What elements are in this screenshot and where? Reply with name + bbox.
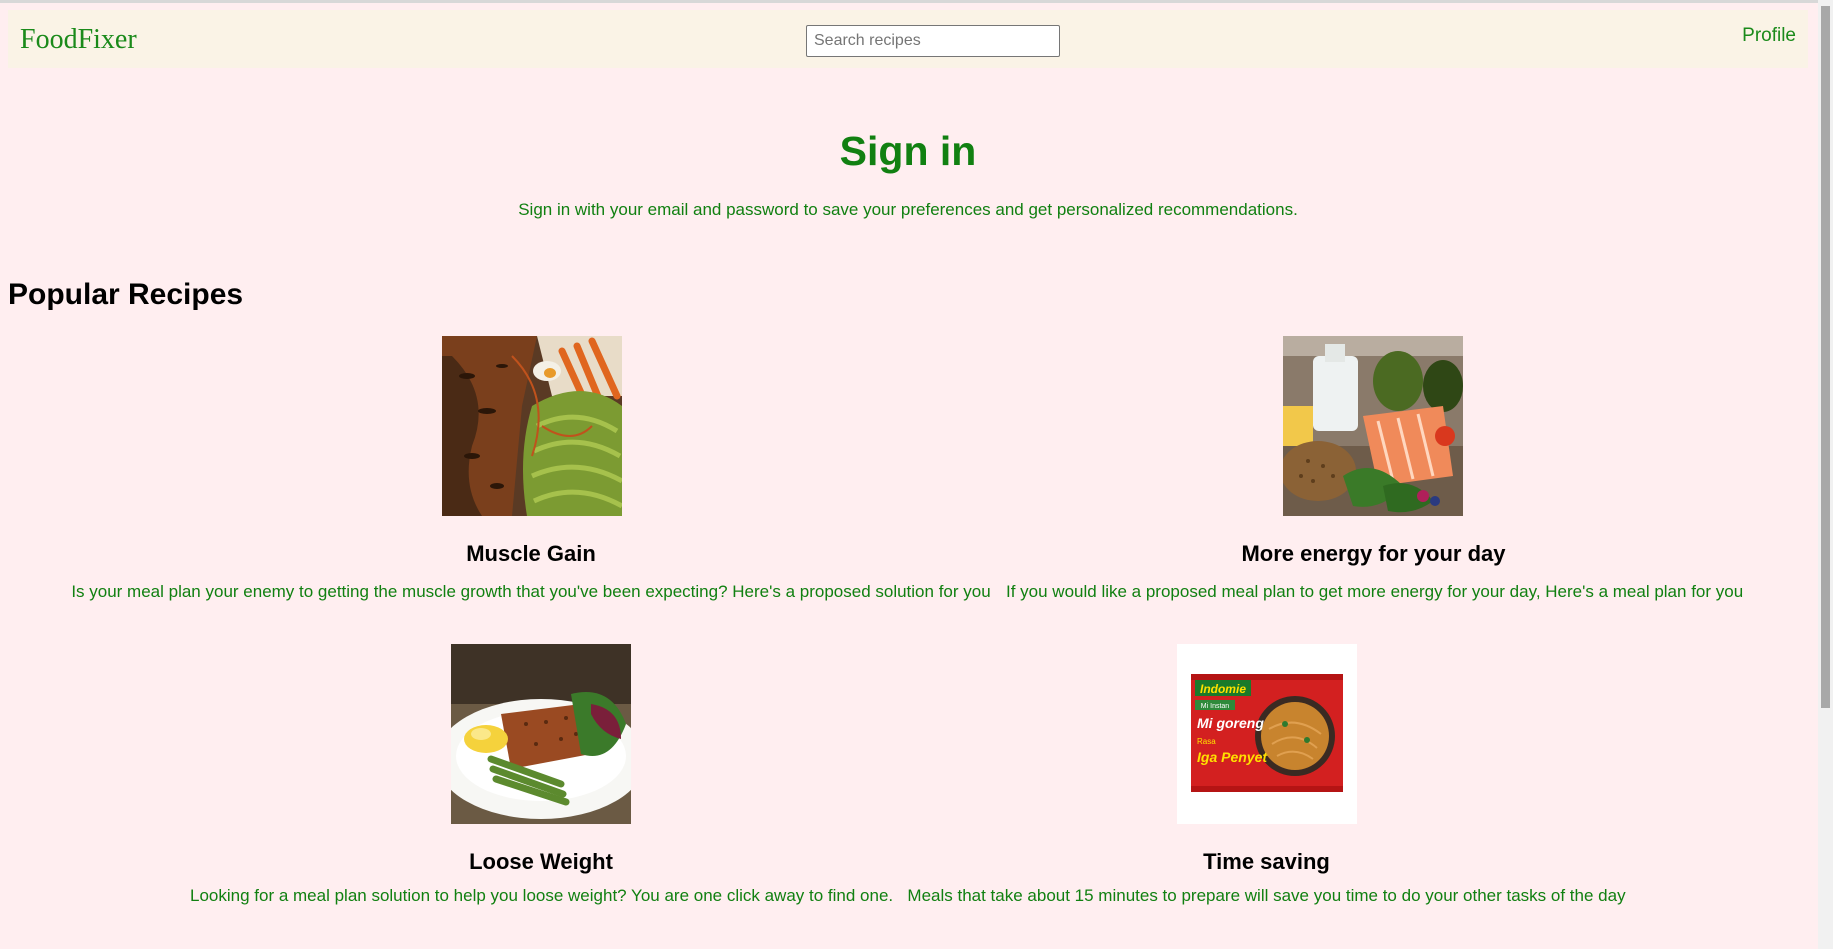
- recipe-description-more-energy: If you would like a proposed meal plan t…: [1006, 582, 1744, 601]
- package-flavor-text: Iga Penyet: [1197, 749, 1268, 765]
- popular-recipes-title: Popular Recipes: [8, 278, 244, 311]
- recipe-description-muscle-gain: Is your meal plan your enemy to getting …: [71, 582, 991, 601]
- signin-title: Sign in: [839, 128, 977, 174]
- package-title-text: Mi goreng: [1197, 715, 1264, 731]
- recipe-description-loose-weight: Looking for a meal plan solution to help…: [190, 886, 894, 905]
- recipe-card-time-saving[interactable]: Indomie Mi Instan Mi goreng Rasa Iga Pen…: [906, 644, 1627, 914]
- recipe-image-muscle-gain[interactable]: [442, 336, 622, 516]
- recipe-title-more-energy: More energy for your day: [1241, 541, 1506, 566]
- package-subtitle-text: Mi Instan: [1201, 703, 1230, 710]
- recipe-description-time-saving: Meals that take about 15 minutes to prep…: [907, 886, 1626, 905]
- navbar: FoodFixer Profile: [8, 10, 1808, 68]
- recipe-card-muscle-gain[interactable]: Muscle Gain Is your meal plan your enemy…: [70, 336, 992, 606]
- recipe-image-loose-weight[interactable]: [451, 644, 631, 824]
- signin-description: Sign in with your email and password to …: [518, 200, 1298, 219]
- recipe-title-muscle-gain: Muscle Gain: [466, 541, 596, 566]
- page-scrollbar[interactable]: [1818, 0, 1833, 949]
- package-brand-text: Indomie: [1200, 682, 1246, 696]
- recipe-title-loose-weight: Loose Weight: [469, 849, 613, 874]
- brand-logo[interactable]: FoodFixer: [20, 24, 137, 56]
- package-rasa-text: Rasa: [1197, 737, 1216, 746]
- recipe-card-loose-weight[interactable]: Loose Weight Looking for a meal plan sol…: [190, 644, 894, 914]
- recipe-card-more-energy[interactable]: More energy for your day If you would li…: [1006, 336, 1744, 606]
- browser-top-edge: [0, 0, 1833, 3]
- search-input[interactable]: [806, 25, 1060, 57]
- recipe-title-time-saving: Time saving: [1203, 849, 1330, 874]
- recipe-image-time-saving[interactable]: Indomie Mi Instan Mi goreng Rasa Iga Pen…: [1177, 644, 1357, 824]
- recipe-image-more-energy[interactable]: [1283, 336, 1463, 516]
- profile-link[interactable]: Profile: [1742, 25, 1796, 47]
- scrollbar-thumb[interactable]: [1821, 6, 1830, 708]
